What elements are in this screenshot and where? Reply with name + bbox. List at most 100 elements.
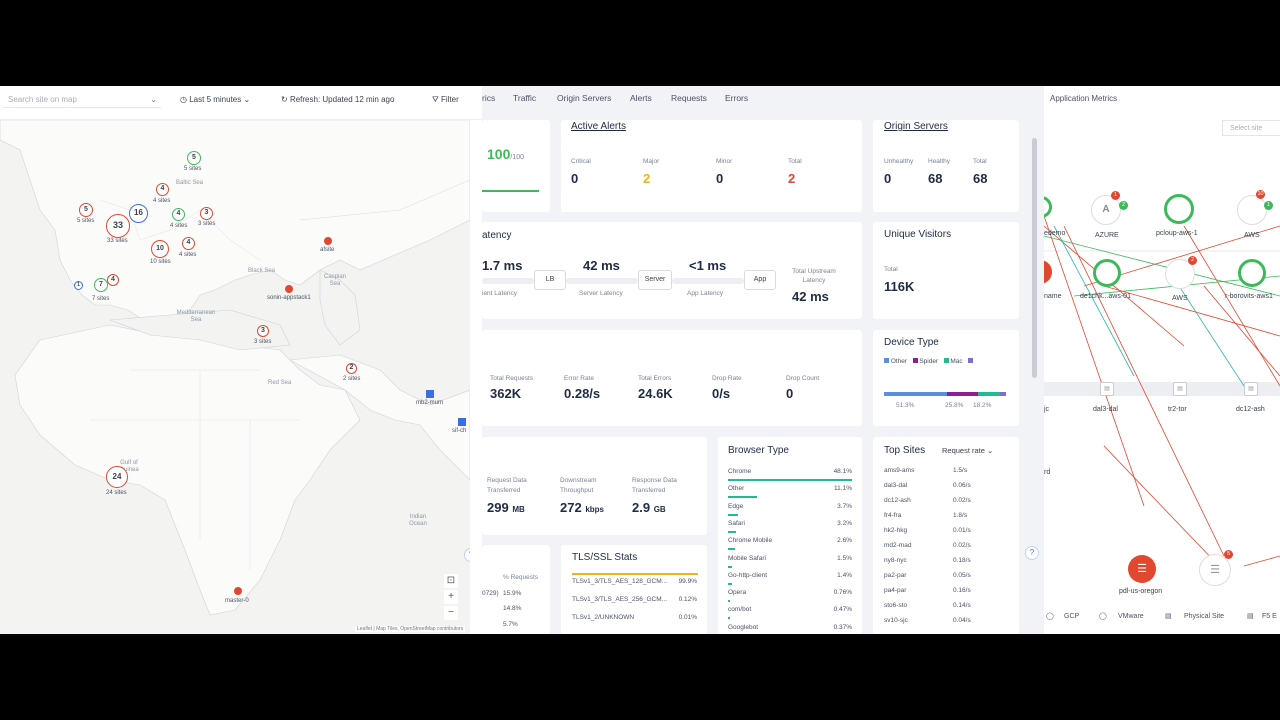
tab-errors[interactable]: Errors bbox=[725, 93, 748, 103]
site-cluster-marker[interactable]: 4 bbox=[156, 183, 169, 196]
legend-spider: Spider bbox=[919, 358, 939, 365]
origin-servers-title[interactable]: Origin Servers bbox=[884, 121, 948, 132]
zoom-in-button[interactable]: + bbox=[444, 590, 458, 604]
browser-row-name: Googlebot bbox=[728, 623, 758, 631]
top-site-name[interactable]: pa4-par bbox=[884, 587, 906, 594]
filter-label: Filter bbox=[440, 95, 459, 104]
top-site-name[interactable]: ams9-ams bbox=[884, 467, 914, 474]
top-site-value: 0.01/s bbox=[953, 527, 971, 534]
time-range-select[interactable]: ◷ Last 5 minutes ⌄ bbox=[180, 95, 250, 104]
site-marker[interactable] bbox=[458, 418, 466, 426]
error-rate-label: Error Rate bbox=[564, 375, 594, 382]
top-site-name[interactable]: pa2-par bbox=[884, 572, 906, 579]
data-transfer-card: Request Data Transferred 299 MB Downstre… bbox=[482, 437, 707, 535]
top-site-name[interactable]: sto6-sto bbox=[884, 602, 907, 609]
site-cluster-marker[interactable]: 4 bbox=[107, 274, 119, 286]
top-site-name[interactable]: fr4-fra bbox=[884, 512, 901, 519]
browser-row-value: 0.37% bbox=[833, 623, 852, 631]
site-cluster-marker[interactable]: 1 bbox=[74, 281, 83, 290]
legend-swatch bbox=[943, 358, 949, 363]
zoom-out-button[interactable]: − bbox=[444, 606, 458, 620]
physical-site-icon[interactable]: ▤ bbox=[1244, 382, 1258, 396]
node-label: r-borovits-aws1 bbox=[1225, 293, 1273, 300]
world-map[interactable]: Baltic Sea Black Sea Caspian Sea Mediter… bbox=[0, 119, 478, 634]
tab-origin-servers[interactable]: Origin Servers bbox=[557, 93, 611, 103]
top-site-name[interactable]: hk2-hkg bbox=[884, 527, 907, 534]
request-data-label: Request Data Transferred bbox=[487, 477, 527, 494]
site-marker[interactable] bbox=[234, 587, 242, 595]
drop-count-label: Drop Count bbox=[786, 375, 820, 382]
aws-node[interactable] bbox=[1237, 195, 1267, 225]
browser-row-name: Opera bbox=[728, 589, 747, 597]
cluster-count: 3 bbox=[261, 327, 265, 334]
filter-icon: ⛛ bbox=[432, 95, 439, 104]
top-site-name[interactable]: dal3-dal bbox=[884, 482, 907, 489]
search-site-input[interactable]: Search site on map ⌄ bbox=[3, 93, 161, 108]
tab-requests[interactable]: Requests bbox=[671, 93, 707, 103]
site-cluster-marker[interactable]: 24 bbox=[106, 466, 128, 488]
browser-share-bar bbox=[728, 600, 730, 603]
cluster-count: 33 bbox=[112, 220, 123, 230]
help-icon[interactable]: ? bbox=[1025, 546, 1039, 560]
tls-stats-card: TLS/SSL Stats TLSv1_3/TLS_AES_128_GCM...… bbox=[561, 545, 707, 634]
site-cluster-marker[interactable]: 4 bbox=[172, 208, 185, 221]
browser-row-name: Other bbox=[728, 485, 745, 493]
site-cluster-marker[interactable]: 2 bbox=[346, 363, 357, 374]
top-site-name[interactable]: dc12-ash bbox=[884, 497, 911, 504]
health-score-card: 100/100 bbox=[482, 120, 550, 212]
application-metrics-tab[interactable]: Application Metrics bbox=[1050, 94, 1117, 103]
dashboard-panel: rics Traffic Origin Servers Alerts Reque… bbox=[482, 86, 1044, 634]
site-marker[interactable] bbox=[324, 237, 332, 245]
top-site-value: 0.18/s bbox=[953, 557, 971, 564]
server-stack-icon[interactable]: ☰ bbox=[1128, 555, 1156, 583]
site-cluster-marker[interactable]: 33 bbox=[106, 214, 130, 238]
filter-button[interactable]: ⛛ Filter bbox=[432, 95, 459, 105]
site-cluster-marker[interactable]: 5 bbox=[79, 203, 93, 217]
legend-physical-site: Physical Site bbox=[1184, 613, 1225, 620]
health-suffix: /100 bbox=[510, 154, 524, 161]
site-cluster-marker[interactable]: 10 bbox=[151, 240, 169, 258]
cluster-label: 3 sites bbox=[254, 339, 272, 345]
map-scrollbar[interactable] bbox=[470, 120, 482, 634]
tab-metrics[interactable]: rics bbox=[482, 93, 495, 103]
table-cell: 5.7% bbox=[503, 621, 518, 628]
latency-title: atency bbox=[482, 230, 512, 241]
cluster-count: 4 bbox=[176, 210, 181, 217]
cluster-count: 5 bbox=[84, 206, 88, 213]
top-site-name[interactable]: sv10-sjc bbox=[884, 617, 908, 624]
site-cluster-marker[interactable]: 4 bbox=[182, 237, 195, 250]
top-site-name[interactable]: md2-mad bbox=[884, 542, 911, 549]
server-stack-icon[interactable]: ☰ bbox=[1199, 554, 1231, 586]
physical-site-icon[interactable]: ▤ bbox=[1100, 382, 1114, 396]
tab-alerts[interactable]: Alerts bbox=[630, 93, 652, 103]
legend-other: Other bbox=[890, 358, 908, 365]
metric-select[interactable]: Request rate ⌄ bbox=[942, 446, 993, 455]
site-cluster-marker[interactable]: 3 bbox=[200, 207, 213, 220]
total-alerts-count: 2 bbox=[788, 171, 796, 186]
active-alerts-title[interactable]: Active Alerts bbox=[571, 121, 626, 132]
fit-bounds-icon[interactable]: ⊡ bbox=[444, 574, 458, 588]
site-select[interactable]: Select site bbox=[1222, 120, 1280, 136]
site-cluster-marker[interactable]: 7 bbox=[94, 278, 108, 292]
aws-node[interactable] bbox=[1164, 194, 1194, 224]
vmware-icon: ◯ bbox=[1099, 613, 1107, 620]
node-label: de1chk...aws-01 bbox=[1080, 293, 1131, 300]
aws-node[interactable] bbox=[1238, 259, 1266, 287]
refresh-button[interactable]: ↻ Refresh: Updated 12 min ago bbox=[281, 95, 394, 104]
physical-site-icon[interactable]: ▤ bbox=[1173, 382, 1187, 396]
tls-row-name: TLSv1_3/TLS_AES_128_GCM... bbox=[572, 578, 668, 585]
drop-rate: 0/s bbox=[712, 386, 731, 401]
dashboard-scrollbar[interactable] bbox=[1032, 138, 1037, 378]
latency-pipe bbox=[482, 278, 534, 284]
site-marker[interactable] bbox=[426, 390, 434, 398]
site-cluster-marker[interactable]: 16 bbox=[129, 204, 148, 223]
tab-traffic[interactable]: Traffic bbox=[513, 93, 536, 103]
site-marker[interactable] bbox=[285, 285, 293, 293]
site-cluster-marker[interactable]: 5 bbox=[187, 151, 201, 165]
browser-row-value: 48.1% bbox=[833, 468, 852, 475]
tls-row-name: TLSv1_2/UNKNOWN bbox=[572, 614, 635, 621]
unhealthy-label: Unhealthy bbox=[884, 158, 914, 165]
site-cluster-marker[interactable]: 3 bbox=[257, 325, 269, 337]
aws-node[interactable] bbox=[1093, 259, 1121, 287]
top-site-name[interactable]: ny8-nyc bbox=[884, 557, 907, 564]
